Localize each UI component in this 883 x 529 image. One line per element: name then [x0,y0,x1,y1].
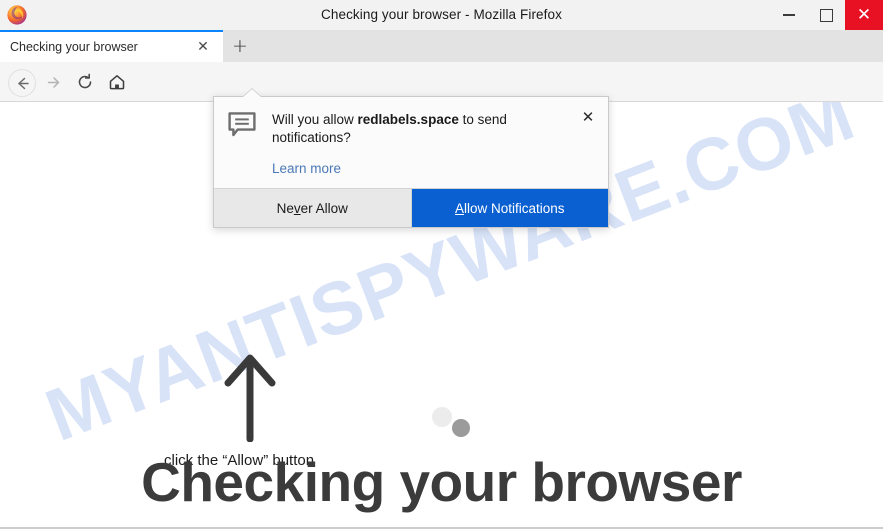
popup-body: Will you allow redlabels.space to send n… [214,97,608,188]
home-button[interactable] [104,69,130,95]
never-allow-accel: v [293,200,301,216]
allow-notifications-button[interactable]: Allow Notifications [411,189,608,227]
never-allow-label-before: Ne [276,200,294,216]
forward-button[interactable] [40,69,66,95]
title-bar: Checking your browser - Mozilla Firefox … [0,0,883,31]
popup-close-icon[interactable]: ✕ [579,108,597,126]
spinner-dot-light [432,407,452,427]
popup-message-host: redlabels.space [357,112,459,127]
spinner-dot-dark [452,419,470,437]
tab-bar: Checking your browser ✕ + [0,30,883,62]
back-arrow-icon [17,77,29,89]
maximize-button[interactable] [807,0,845,30]
page-title: Checking your browser [141,451,742,513]
close-button[interactable]: ✕ [845,0,883,30]
close-icon: ✕ [856,4,872,25]
reload-button[interactable] [72,69,98,95]
popup-message: Will you allow redlabels.space to send n… [272,111,562,147]
browser-window: Checking your browser - Mozilla Firefox … [0,0,883,529]
tab-checking-your-browser[interactable]: Checking your browser ✕ [0,30,223,62]
new-tab-button[interactable]: + [228,35,252,59]
up-arrow-icon [222,347,278,443]
loading-dots-spinner [432,407,482,443]
tab-close-icon[interactable]: ✕ [195,39,211,55]
popup-message-prefix: Will you allow [272,112,358,127]
forward-arrow-icon [47,76,59,88]
minimize-button[interactable] [770,0,808,30]
allow-accel: A [454,200,464,216]
notification-permission-popup: Will you allow redlabels.space to send n… [213,96,609,228]
home-icon [109,75,125,90]
never-allow-label-after: er Allow [300,200,348,216]
reload-icon [78,73,92,89]
tab-label: Checking your browser [10,40,138,54]
popup-actions: Ne v er Allow Allow Notifications [214,188,608,227]
minimize-icon [783,14,795,16]
never-allow-button[interactable]: Ne v er Allow [214,189,412,227]
notification-bubble-icon [228,112,256,137]
learn-more-link[interactable]: Learn more [272,161,594,176]
window-title: Checking your browser - Mozilla Firefox [321,7,562,22]
popup-pointer [243,89,261,97]
maximize-icon [819,8,833,22]
allow-label-after: llow Notifications [463,200,565,216]
back-button[interactable] [8,69,36,97]
